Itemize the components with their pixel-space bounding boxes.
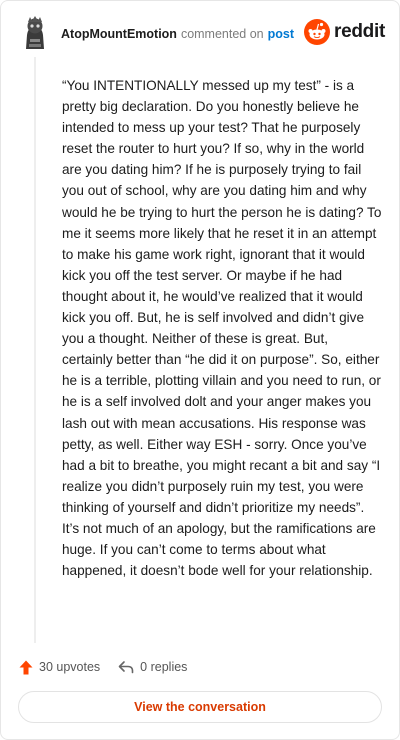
comment-card: AtopMountEmotion commented on post reddit …	[0, 0, 400, 740]
brand-wordmark: reddit	[334, 21, 385, 42]
author-username[interactable]: AtopMountEmotion	[61, 27, 177, 41]
thread-line	[34, 57, 36, 643]
comment-actions: 30 upvotes 0 replies	[19, 657, 187, 677]
comment-meta: AtopMountEmotion commented on post	[61, 27, 294, 41]
upvote-arrow-icon	[19, 660, 33, 674]
comment-action-text: commented on	[180, 27, 264, 41]
view-conversation-button[interactable]: View the conversation	[18, 691, 382, 723]
reddit-snoo-icon	[304, 19, 331, 45]
avatar-icon	[19, 15, 51, 51]
reply-button[interactable]: 0 replies	[118, 660, 187, 674]
reply-count: 0 replies	[140, 660, 188, 674]
upvote-count: 30 upvotes	[39, 660, 101, 674]
avatar[interactable]	[19, 15, 51, 51]
post-link[interactable]: post	[268, 27, 294, 41]
upvote-button[interactable]: 30 upvotes	[19, 660, 100, 675]
comment-header: AtopMountEmotion commented on post reddit	[19, 15, 385, 55]
comment-body: “You INTENTIONALLY messed up my test” - …	[62, 78, 382, 579]
reply-arrow-icon	[118, 661, 134, 674]
reddit-logo[interactable]: reddit	[304, 19, 385, 45]
